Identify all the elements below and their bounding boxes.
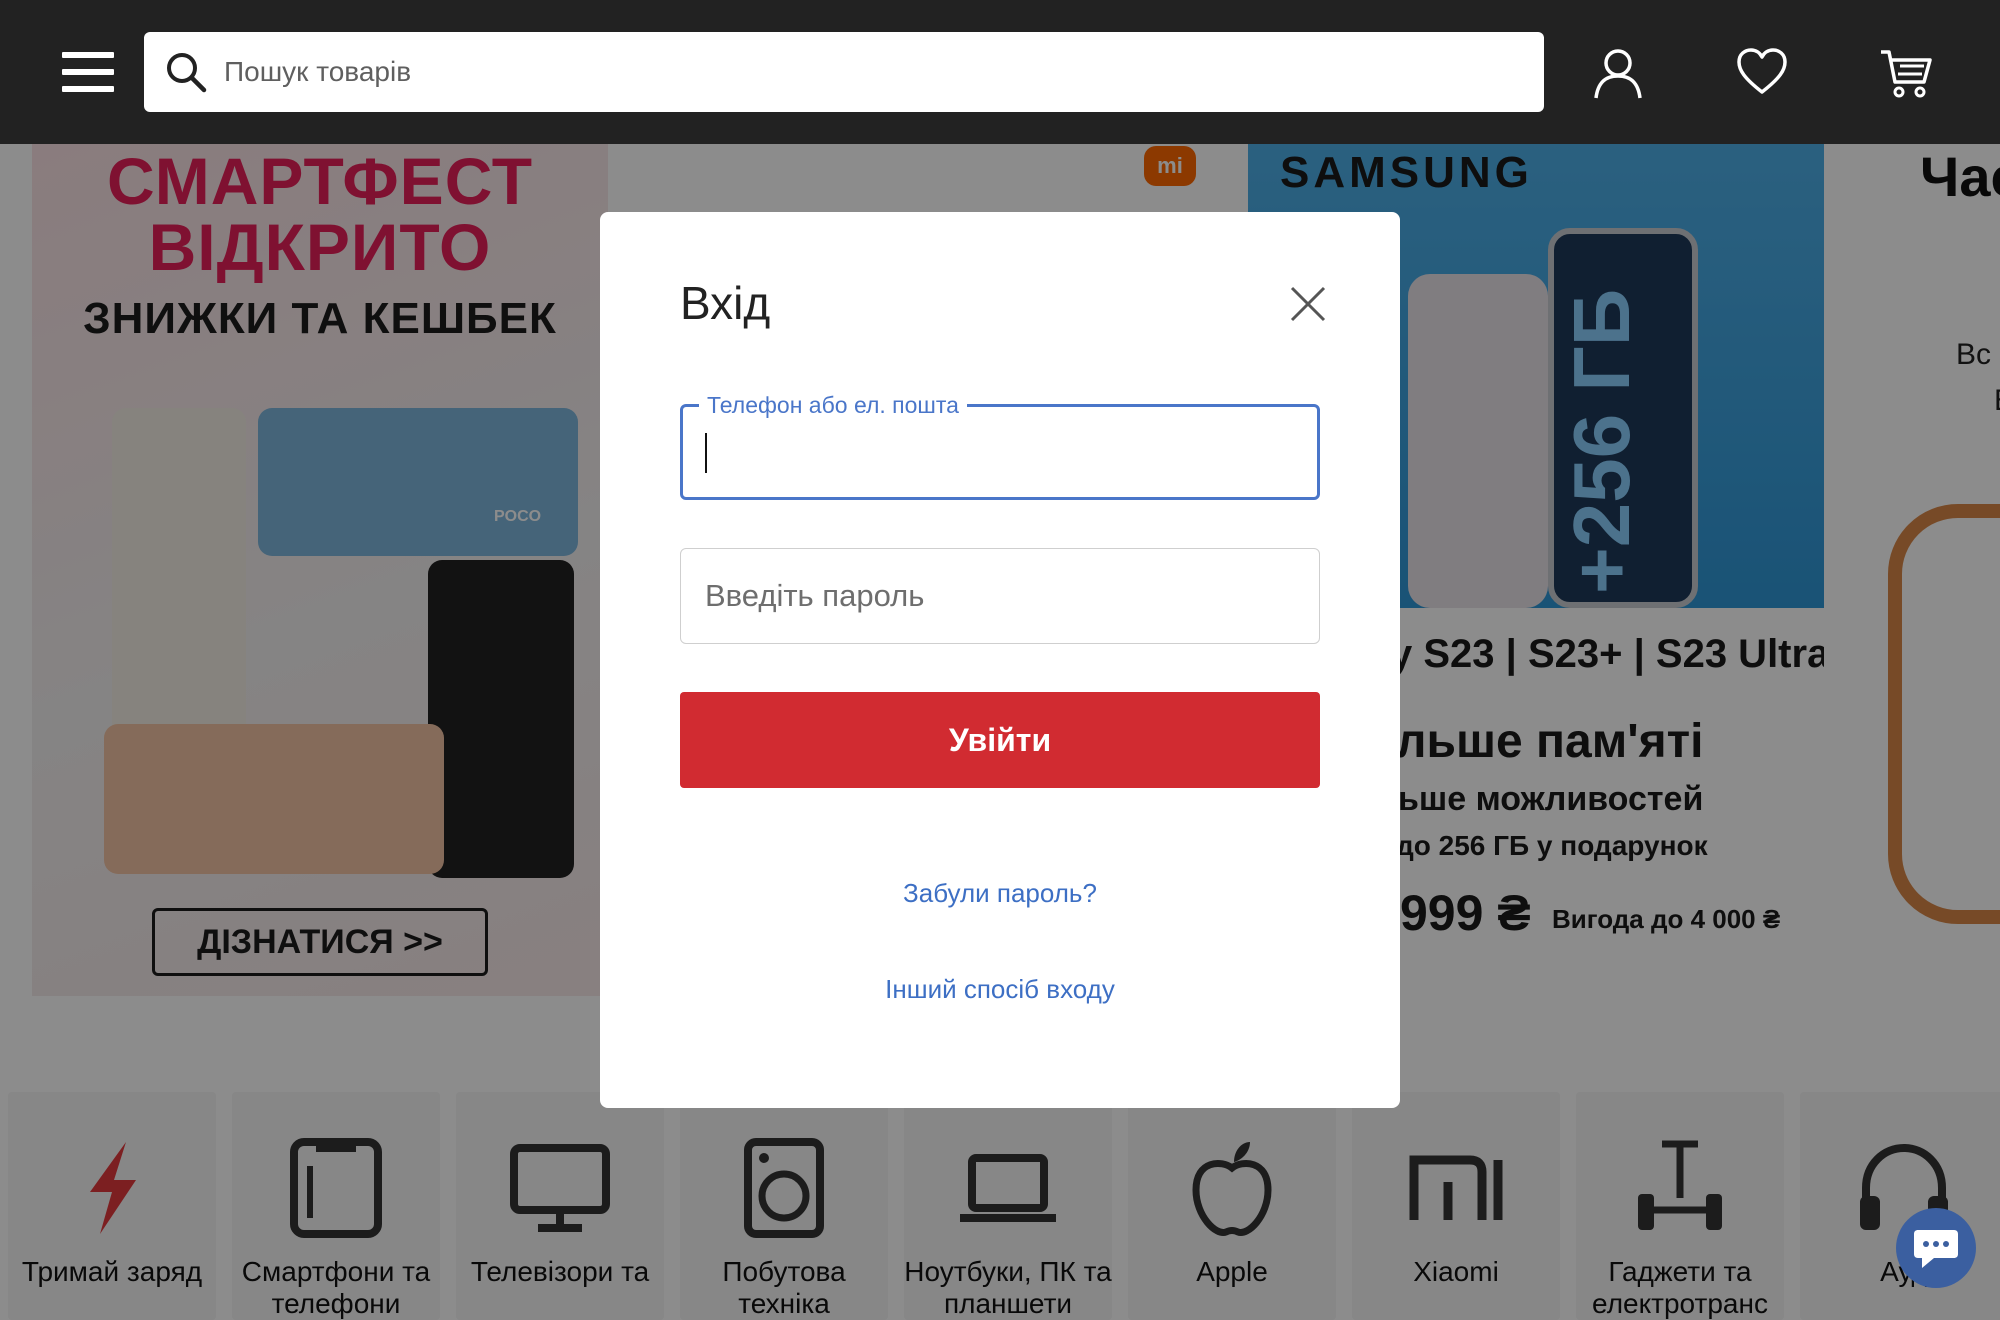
cart-icon[interactable] xyxy=(1878,44,1934,100)
user-icon[interactable] xyxy=(1590,44,1646,100)
search-input[interactable] xyxy=(224,32,1524,112)
password-input[interactable] xyxy=(705,549,1295,642)
chat-button[interactable] xyxy=(1896,1208,1976,1288)
chat-icon xyxy=(1914,1230,1958,1268)
search-icon[interactable] xyxy=(162,48,210,96)
password-field[interactable] xyxy=(680,548,1320,644)
search-bar[interactable] xyxy=(144,32,1544,112)
heart-icon[interactable] xyxy=(1734,44,1790,100)
login-modal: Вхід Телефон або ел. пошта Увійти Забули… xyxy=(600,212,1400,1108)
phone-email-input[interactable] xyxy=(705,407,1295,497)
other-login-method-link[interactable]: Інший спосіб входу xyxy=(600,974,1400,1005)
login-field[interactable]: Телефон або ел. пошта xyxy=(680,391,1320,500)
text-caret xyxy=(705,433,707,473)
close-icon[interactable] xyxy=(1286,282,1330,326)
forgot-password-link[interactable]: Забули пароль? xyxy=(600,878,1400,909)
login-button[interactable]: Увійти xyxy=(680,692,1320,788)
site-header xyxy=(0,0,2000,144)
modal-title: Вхід xyxy=(680,277,771,329)
menu-icon[interactable] xyxy=(62,52,114,92)
